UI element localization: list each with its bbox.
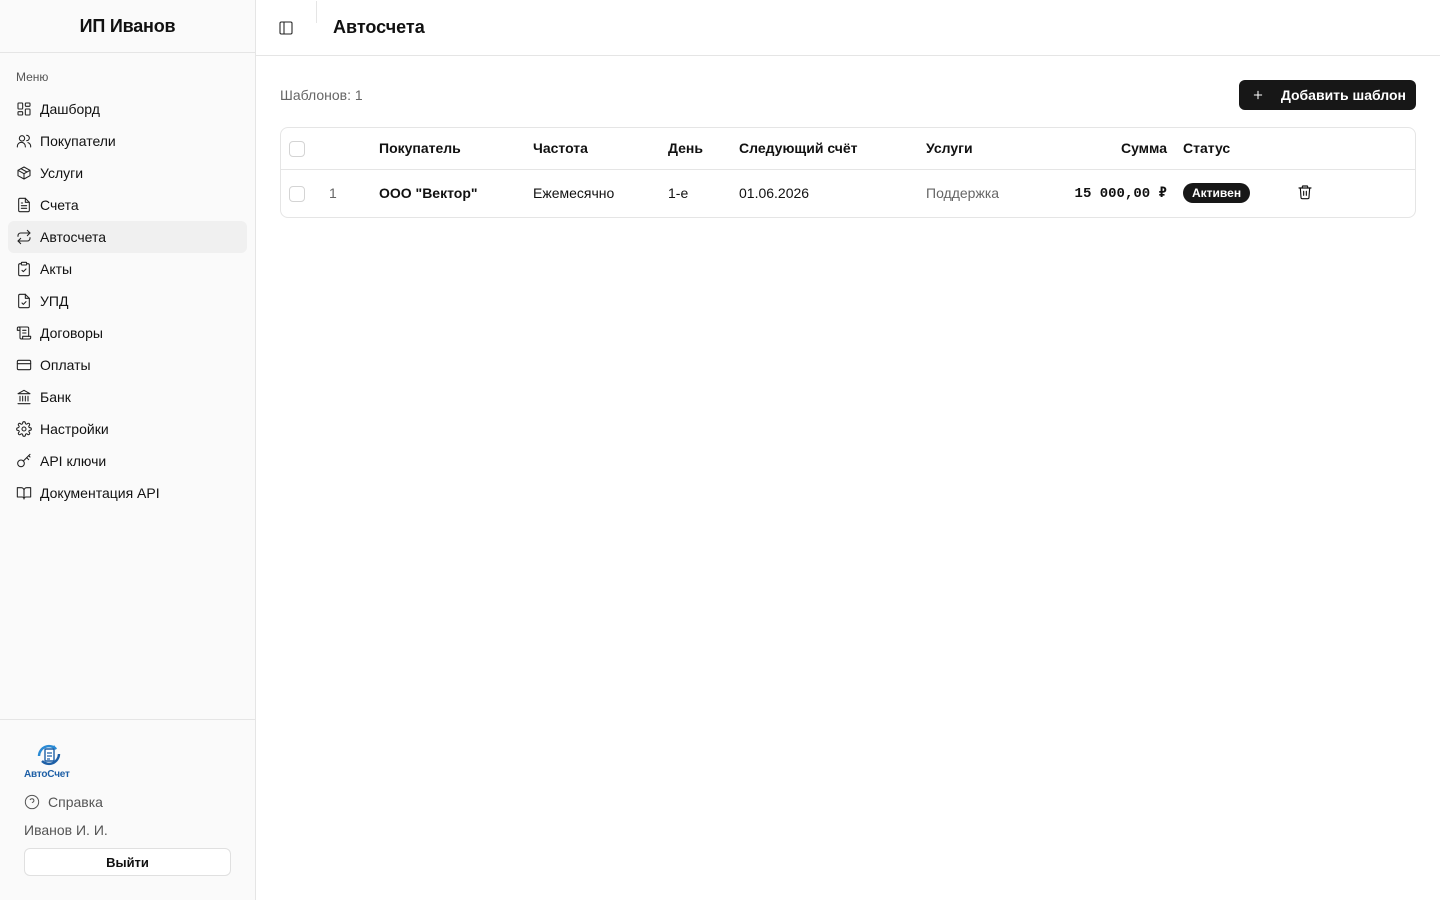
help-circle-icon xyxy=(24,794,40,810)
sidebar-item-contracts[interactable]: Договоры xyxy=(8,317,247,349)
sidebar-item-label: Акты xyxy=(40,261,73,277)
row-actions xyxy=(1295,169,1415,217)
user-name: Иванов И. И. xyxy=(24,822,108,838)
sidebar-item-api-keys[interactable]: API ключи xyxy=(8,445,247,477)
table-row[interactable]: 1 ООО "Вектор" Ежемесячно 1-е 01.06.2026… xyxy=(281,169,1415,217)
topbar-divider xyxy=(316,0,317,23)
org-name[interactable]: ИП Иванов xyxy=(80,16,176,37)
sidebar-item-upd[interactable]: УПД xyxy=(8,285,247,317)
gear-icon xyxy=(16,421,32,437)
sidebar-item-label: Автосчета xyxy=(40,229,107,245)
sidebar-item-label: Услуги xyxy=(40,165,84,181)
header-status[interactable]: Статус xyxy=(1175,128,1295,170)
content: Шаблонов: 1 Добавить шаблон Покупатель Ч… xyxy=(256,56,1440,242)
nav-group-label: Меню xyxy=(16,70,49,84)
clipboard-check-icon xyxy=(16,261,32,277)
bank-icon xyxy=(16,389,32,405)
sidebar-item-label: Банк xyxy=(40,389,71,405)
sidebar-nav: Меню Дашборд Покупатели Услуги Счета Авт… xyxy=(0,53,255,719)
row-num: 1 xyxy=(329,185,337,202)
add-template-label: Добавить шаблон xyxy=(1280,87,1406,103)
header-next-invoice[interactable]: Следующий счёт xyxy=(739,128,926,170)
app-logo[interactable]: АвтоСчет xyxy=(24,742,76,780)
sidebar-item-dashboard[interactable]: Дашборд xyxy=(8,93,247,125)
header-select-cell xyxy=(281,128,329,170)
sidebar-item-label: Оплаты xyxy=(40,357,91,373)
sidebar-item-settings[interactable]: Настройки xyxy=(8,413,247,445)
sidebar-item-acts[interactable]: Акты xyxy=(8,253,247,285)
header-day[interactable]: День xyxy=(668,128,739,170)
sidebar-item-label: Покупатели xyxy=(40,133,116,149)
templates-table: Покупатель Частота День Следующий счёт У… xyxy=(280,127,1416,218)
scroll-icon xyxy=(16,325,32,341)
plus-icon xyxy=(1253,90,1262,100)
page-title: Автосчета xyxy=(333,17,425,37)
row-day: 1-е xyxy=(668,185,689,202)
row-select-cell xyxy=(281,169,329,217)
templates-count: Шаблонов: 1 xyxy=(280,87,363,103)
file-check-icon xyxy=(16,293,32,309)
select-all-checkbox[interactable] xyxy=(289,140,305,157)
panel-left-icon xyxy=(279,20,293,35)
file-text-icon xyxy=(16,197,32,213)
users-icon xyxy=(16,133,32,149)
topbar: Автосчета xyxy=(256,0,1440,56)
sidebar: ИП Иванов Меню Дашборд Покупатели Услуги… xyxy=(0,0,256,900)
header-buyer[interactable]: Покупатель xyxy=(379,128,533,170)
logo-text: АвтоСчет xyxy=(24,769,70,780)
sidebar-item-label: Документация API xyxy=(40,485,160,501)
row-status-cell: Активен xyxy=(1175,169,1295,217)
sidebar-item-api-docs[interactable]: Документация API xyxy=(8,477,247,509)
row-services: Поддержка xyxy=(926,185,1000,202)
status-badge: Активен xyxy=(1183,183,1251,204)
main-area: Автосчета Шаблонов: 1 Добавить шаблон По… xyxy=(256,0,1440,900)
sidebar-item-label: Договоры xyxy=(40,325,103,341)
sidebar-item-payments[interactable]: Оплаты xyxy=(8,349,247,381)
dashboard-icon xyxy=(16,101,32,117)
package-icon xyxy=(16,165,32,181)
add-template-button[interactable]: Добавить шаблон xyxy=(1238,80,1416,110)
table-header-row: Покупатель Частота День Следующий счёт У… xyxy=(281,128,1415,170)
app-root: ИП Иванов Меню Дашборд Покупатели Услуги… xyxy=(0,0,1440,900)
delete-button[interactable] xyxy=(1297,184,1313,200)
header-services[interactable]: Услуги xyxy=(926,128,1051,170)
sidebar-item-label: Настройки xyxy=(40,421,109,437)
sidebar-item-bank[interactable]: Банк xyxy=(8,381,247,413)
row-next-invoice: 01.06.2026 xyxy=(739,185,810,202)
book-icon xyxy=(16,485,32,501)
logout-button[interactable]: Выйти xyxy=(24,848,231,876)
row-checkbox[interactable] xyxy=(289,185,305,202)
sidebar-item-services[interactable]: Услуги xyxy=(8,157,247,189)
row-frequency: Ежемесячно xyxy=(533,185,615,202)
sidebar-footer: АвтоСчет Справка Иванов И. И. Выйти xyxy=(0,719,255,900)
sidebar-item-label: Дашборд xyxy=(40,101,100,117)
help-label: Справка xyxy=(48,794,103,810)
sidebar-item-label: Счета xyxy=(40,197,79,213)
header-actions xyxy=(1295,128,1415,170)
repeat-icon xyxy=(16,229,32,245)
row-buyer[interactable]: ООО "Вектор" xyxy=(379,169,533,217)
sidebar-header: ИП Иванов xyxy=(0,0,255,53)
sidebar-item-buyers[interactable]: Покупатели xyxy=(8,125,247,157)
header-sum[interactable]: Сумма xyxy=(1051,128,1175,170)
sidebar-item-auto-invoices[interactable]: Автосчета xyxy=(8,221,247,253)
sidebar-item-invoices[interactable]: Счета xyxy=(8,189,247,221)
trash-icon xyxy=(1298,185,1312,199)
sidebar-item-label: API ключи xyxy=(40,453,107,469)
logo-icon xyxy=(37,744,61,766)
header-frequency[interactable]: Частота xyxy=(533,128,668,170)
header-num xyxy=(329,128,379,170)
sidebar-item-label: УПД xyxy=(40,293,69,309)
row-sum: 15 000,00 ₽ xyxy=(1074,185,1167,202)
credit-card-icon xyxy=(16,357,32,373)
toolbar: Шаблонов: 1 Добавить шаблон xyxy=(280,80,1416,110)
help-link[interactable]: Справка xyxy=(24,792,231,812)
sidebar-toggle-button[interactable] xyxy=(278,20,294,36)
key-icon xyxy=(16,453,32,469)
